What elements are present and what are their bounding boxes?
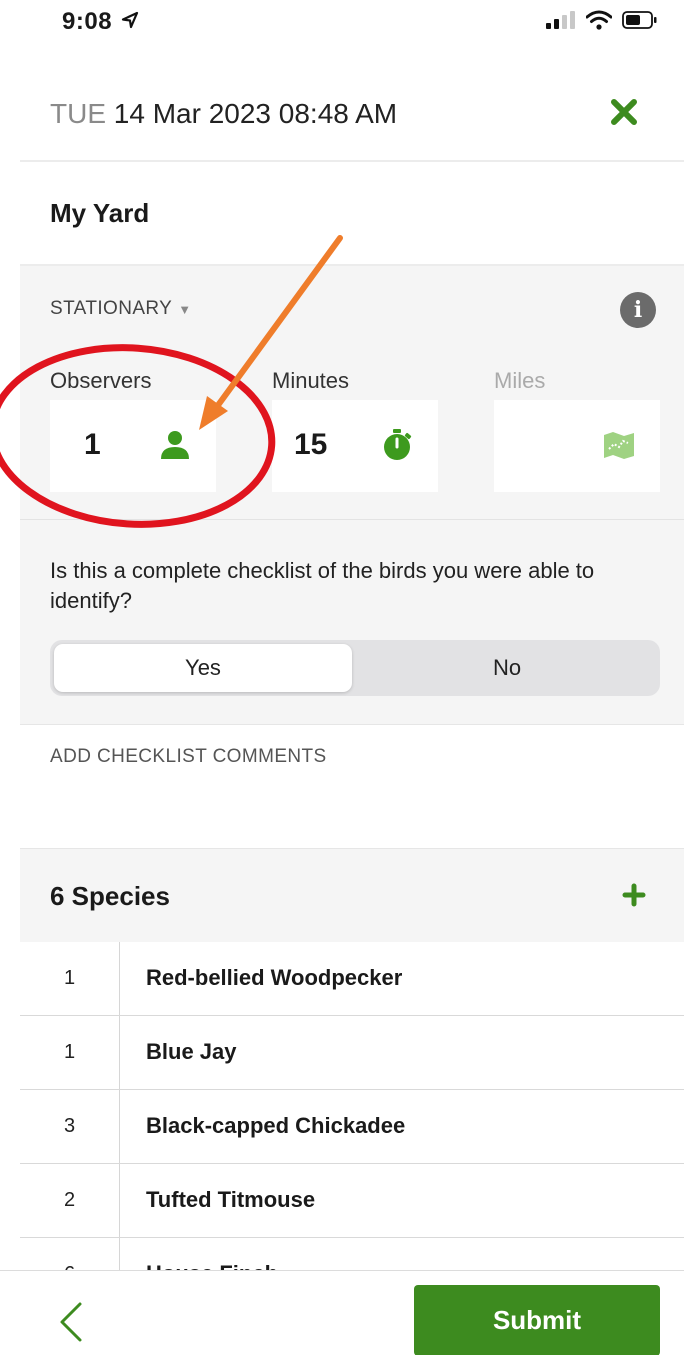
- checklist-header: TUE 14 Mar 2023 08:48 AM: [0, 60, 684, 160]
- species-row[interactable]: 1 Blue Jay: [20, 1016, 684, 1090]
- species-row[interactable]: 1 Red-bellied Woodpecker: [20, 942, 684, 1016]
- yes-option[interactable]: Yes: [54, 644, 352, 692]
- divider: [20, 160, 684, 162]
- species-row-count[interactable]: 2: [20, 1189, 119, 1212]
- day-of-week: TUE: [50, 98, 106, 129]
- species-list: 1 Red-bellied Woodpecker 1 Blue Jay 3 Bl…: [20, 942, 684, 1272]
- person-icon: [161, 431, 189, 459]
- minutes-field[interactable]: 15: [272, 400, 438, 492]
- minutes-label: Minutes: [272, 368, 350, 393]
- add-comments-link[interactable]: ADD CHECKLIST COMMENTS: [50, 746, 327, 768]
- panel-divider: [20, 519, 684, 520]
- miles-label: Miles: [494, 368, 546, 393]
- species-count: 6 Species: [50, 881, 170, 911]
- species-header: 6 Species: [20, 848, 684, 942]
- effort-panel: STATIONARY ▼ i Observers Minutes Miles 1 …: [20, 266, 684, 724]
- wifi-icon: [586, 10, 612, 30]
- plus-icon[interactable]: [622, 883, 646, 907]
- bottom-bar: Submit: [0, 1270, 684, 1355]
- location-arrow-icon: [122, 11, 139, 29]
- cellular-signal-icon: [546, 11, 575, 29]
- chevron-left-icon[interactable]: [56, 1301, 86, 1343]
- protocol-dropdown[interactable]: STATIONARY ▼: [50, 298, 192, 320]
- battery-icon: [622, 11, 657, 29]
- map-icon: [604, 432, 634, 459]
- observers-label: Observers: [50, 368, 152, 393]
- status-time: 9:08: [62, 8, 139, 36]
- info-icon[interactable]: i: [620, 292, 656, 328]
- observers-value: 1: [84, 428, 101, 461]
- species-row-name: Blue Jay: [146, 1039, 237, 1064]
- complete-checklist-toggle[interactable]: Yes No: [50, 640, 660, 696]
- minutes-value: 15: [294, 428, 328, 461]
- divider: [20, 724, 684, 725]
- species-row-name: Black-capped Chickadee: [146, 1113, 406, 1138]
- species-row-name: Red-bellied Woodpecker: [146, 965, 403, 990]
- caret-down-icon: ▼: [178, 302, 192, 317]
- species-row[interactable]: 3 Black-capped Chickadee: [20, 1090, 684, 1164]
- species-row-count[interactable]: 1: [20, 1041, 119, 1064]
- miles-field[interactable]: [494, 400, 660, 492]
- status-icons: [546, 10, 658, 30]
- species-row-name: Tufted Titmouse: [146, 1187, 316, 1212]
- date-time-value: 14 Mar 2023 08:48 AM: [113, 98, 398, 129]
- observers-field[interactable]: 1: [50, 400, 216, 492]
- checklist-datetime[interactable]: TUE 14 Mar 2023 08:48 AM: [50, 98, 397, 130]
- species-row[interactable]: 2 Tufted Titmouse: [20, 1164, 684, 1238]
- no-option[interactable]: No: [358, 644, 656, 692]
- location-name[interactable]: My Yard: [50, 198, 149, 229]
- close-x-icon[interactable]: [606, 94, 642, 130]
- complete-checklist-question: Is this a complete checklist of the bird…: [50, 558, 595, 613]
- species-row[interactable]: 6 House Finch: [20, 1238, 684, 1272]
- status-bar: 9:08: [0, 0, 684, 46]
- species-row-count[interactable]: 3: [20, 1115, 119, 1138]
- submit-button[interactable]: Submit: [414, 1285, 660, 1355]
- species-row-count[interactable]: 1: [20, 967, 119, 990]
- stopwatch-icon: [384, 429, 412, 460]
- protocol-label: STATIONARY: [50, 298, 173, 319]
